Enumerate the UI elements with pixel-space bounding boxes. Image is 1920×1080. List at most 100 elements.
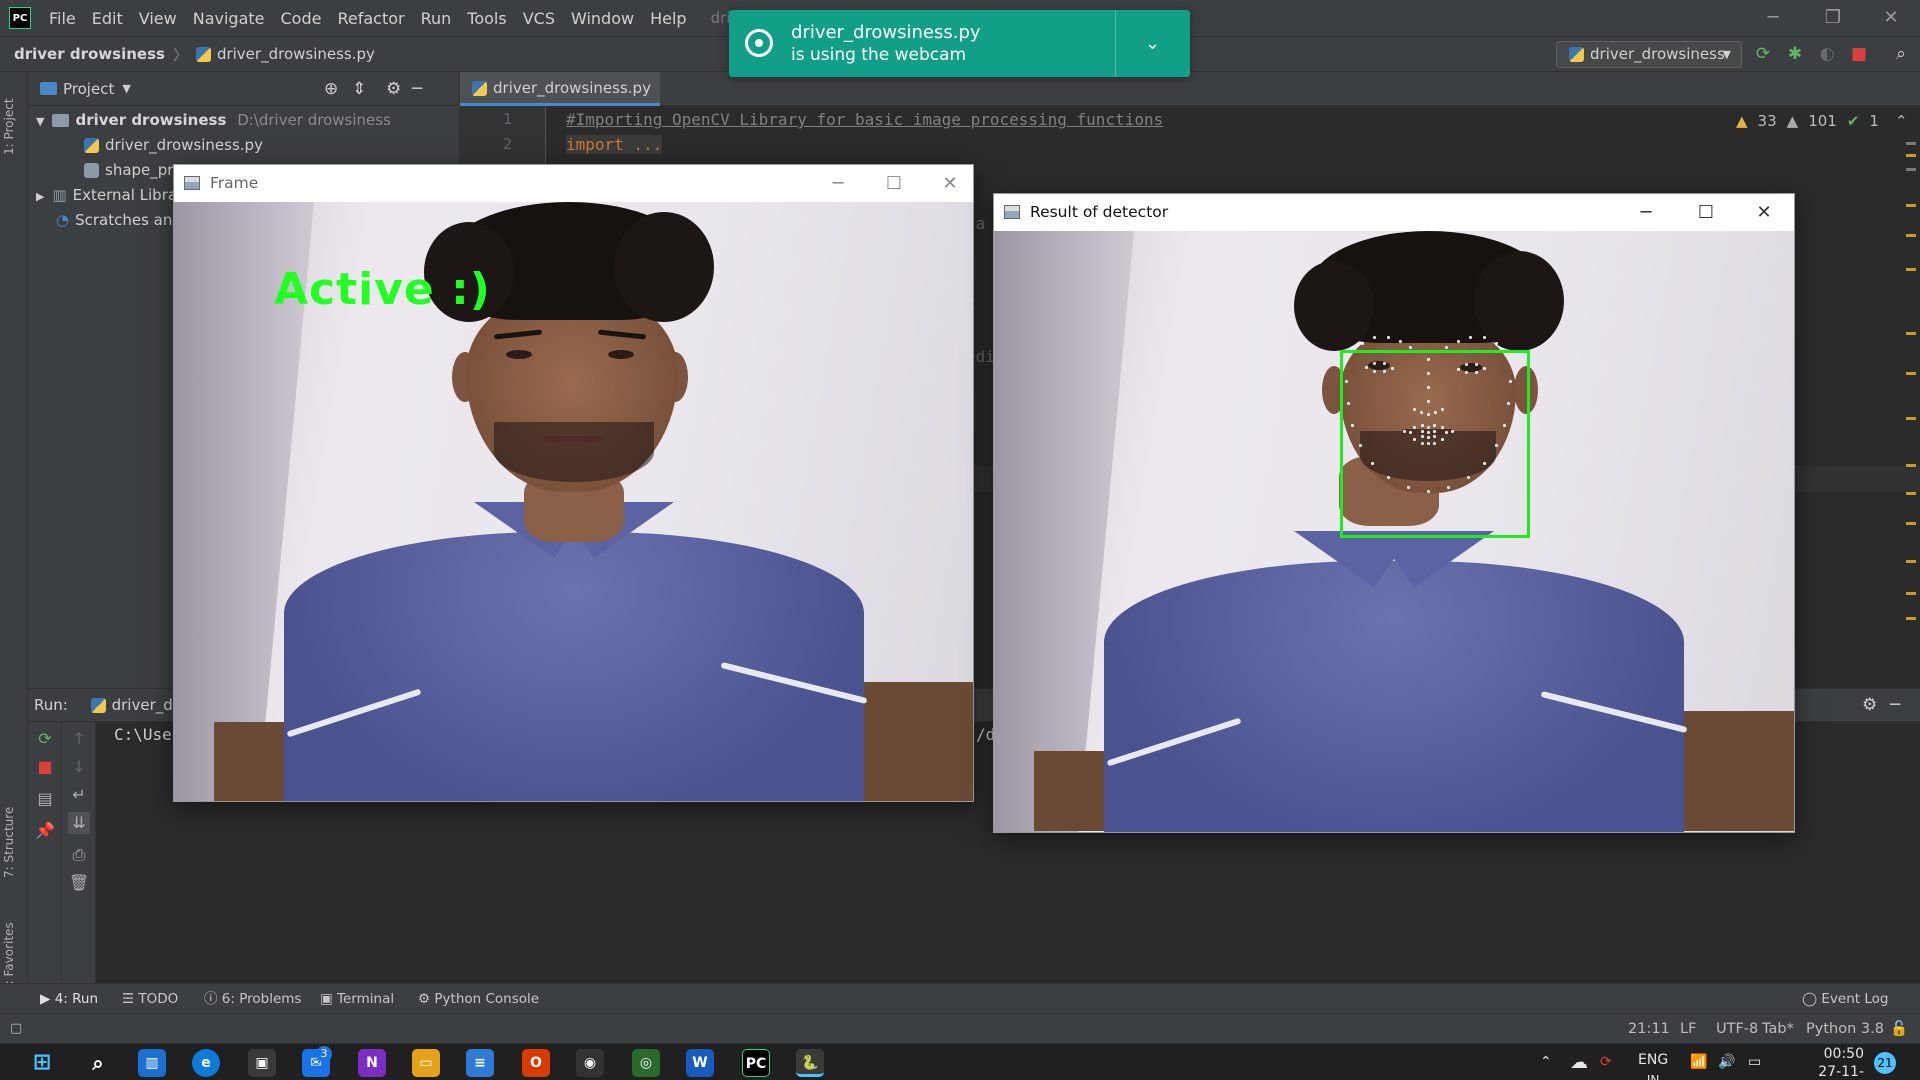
word-icon[interactable]: W	[686, 1049, 714, 1077]
tree-file-main[interactable]: driver_drowsiness.py	[28, 133, 459, 158]
hide-panel-icon[interactable]: ─	[412, 79, 422, 99]
github-icon[interactable]: ◉	[576, 1049, 604, 1077]
stop-icon[interactable]: ■	[1848, 43, 1870, 65]
scroll-to-end-icon[interactable]: ⇊	[68, 812, 90, 834]
breadcrumb-file[interactable]: driver_drowsiness.py	[217, 45, 375, 63]
chevron-up-icon[interactable]: ⌃	[1540, 1044, 1552, 1080]
code-comment-line[interactable]: #Importing OpenCV Library for basic imag…	[546, 110, 1163, 129]
anaconda-icon[interactable]: ◎	[632, 1049, 660, 1077]
minimize-button[interactable]: ─	[814, 165, 862, 202]
layout-icon[interactable]: ▤	[34, 788, 56, 810]
language-label: ENG	[1638, 1052, 1669, 1068]
language-indicator[interactable]: ENG IN	[1638, 1050, 1668, 1080]
rerun-icon[interactable]: ⟳	[1752, 43, 1774, 65]
status-caret-position[interactable]: 21:11	[1628, 1014, 1670, 1044]
gear-icon[interactable]: ⚙	[1862, 689, 1877, 722]
volume-icon[interactable]: 🔊	[1718, 1044, 1735, 1080]
file-explorer-icon[interactable]: ▭	[412, 1049, 440, 1077]
collapse-all-icon[interactable]: ⇕	[352, 79, 366, 99]
onedrive-icon[interactable]: ☁	[1570, 1044, 1588, 1080]
onenote-icon[interactable]: N	[358, 1049, 386, 1077]
menu-view[interactable]: View	[131, 9, 185, 28]
chevron-down-icon[interactable]: ▼	[122, 82, 130, 95]
inspection-widget[interactable]: ▲33 ▲101 ✔1 ⌃ ⌄	[1736, 112, 1920, 130]
status-bar: ▢ 21:11 LF UTF-8 Tab* Python 3.8 🔓	[0, 1013, 1920, 1043]
code-import-line[interactable]: import ...	[546, 135, 663, 154]
chevron-up-icon[interactable]: ⌃	[1895, 112, 1908, 130]
menu-help[interactable]: Help	[642, 9, 694, 28]
edge-browser-icon[interactable]: e	[192, 1049, 220, 1077]
battery-icon[interactable]: ▭	[1748, 1044, 1761, 1080]
scroll-marker	[1906, 417, 1916, 420]
project-panel-title[interactable]: Project	[63, 80, 114, 98]
minimize-button[interactable]: ─	[1622, 194, 1670, 231]
pin-icon[interactable]: 📌	[34, 820, 56, 842]
arrow-down-icon[interactable]: ↓	[68, 756, 90, 778]
close-window-button[interactable]: ✕	[1862, 0, 1920, 36]
menu-file[interactable]: File	[41, 9, 84, 28]
tab-problems[interactable]: ⓘ 6: Problems	[204, 984, 301, 1014]
clock[interactable]: 00:50 27-11-2021	[1784, 1045, 1864, 1080]
task-view-icon[interactable]: ▥	[138, 1049, 166, 1077]
hide-panel-icon[interactable]: ─	[1890, 689, 1900, 722]
search-icon[interactable]: ⌕	[1890, 43, 1912, 65]
menu-code[interactable]: Code	[273, 9, 330, 28]
soft-wrap-icon[interactable]: ↵	[68, 784, 90, 806]
restore-button[interactable]: ❐	[1804, 0, 1862, 36]
sync-icon[interactable]: ⟳	[1600, 1044, 1612, 1080]
pycharm-icon[interactable]: PC	[742, 1049, 770, 1077]
tab-todo[interactable]: ☰ TODO	[122, 984, 178, 1014]
project-tool-tab[interactable]: 1: Project	[2, 82, 26, 172]
tab-terminal[interactable]: ▣ Terminal	[320, 984, 394, 1014]
windows-start-icon[interactable]: ⊞	[28, 1049, 56, 1077]
office-icon[interactable]: O	[522, 1049, 550, 1077]
menu-vcs[interactable]: VCS	[515, 9, 563, 28]
tree-root[interactable]: ▼ driver drowsiness D:\driver drowsiness	[28, 108, 459, 133]
wifi-icon[interactable]: 📶	[1690, 1044, 1707, 1080]
editor-tab-driver-drowsiness[interactable]: driver_drowsiness.py ✕	[460, 72, 660, 129]
menu-refactor[interactable]: Refactor	[329, 9, 412, 28]
lock-icon[interactable]: 🔓	[1890, 1014, 1908, 1044]
tab-run[interactable]: ▶ 4: Run	[40, 984, 98, 1014]
chevron-down-icon[interactable]: ⌄	[1115, 10, 1190, 77]
status-interpreter[interactable]: Python 3.8	[1806, 1014, 1884, 1044]
trash-icon[interactable]: 🗑	[68, 872, 90, 894]
menu-window[interactable]: Window	[563, 9, 642, 28]
store-icon[interactable]: ▣	[248, 1049, 276, 1077]
gear-icon[interactable]: ⚙	[386, 79, 401, 99]
status-encoding[interactable]: UTF-8	[1716, 1014, 1758, 1044]
expand-panel-icon[interactable]: ▢	[10, 1014, 22, 1044]
tab-terminal-label: Terminal	[337, 991, 395, 1007]
webcam-notification-toast[interactable]: driver_drowsiness.py is using the webcam…	[729, 10, 1190, 77]
locate-icon[interactable]: ⊕	[324, 79, 338, 99]
detector-title-bar[interactable]: Result of detector ─ ☐ ✕	[994, 194, 1794, 231]
menu-tools[interactable]: Tools	[459, 9, 514, 28]
print-icon[interactable]: ⎙	[68, 844, 90, 866]
notification-badge[interactable]: 21	[1874, 1052, 1896, 1074]
menu-edit[interactable]: Edit	[84, 9, 131, 28]
notepad-icon[interactable]: ≡	[466, 1049, 494, 1077]
close-button[interactable]: ✕	[926, 165, 974, 202]
maximize-button[interactable]: ☐	[870, 165, 918, 202]
console-output[interactable]: C:\Use	[114, 725, 172, 744]
menu-navigate[interactable]: Navigate	[185, 9, 273, 28]
stop-icon[interactable]: ■	[34, 756, 56, 778]
run-configuration-select[interactable]: driver_drowsiness ▼	[1556, 41, 1742, 68]
debug-bug-icon[interactable]: ✱	[1784, 43, 1806, 65]
rerun-icon[interactable]: ⟳	[34, 728, 56, 750]
tab-python-console[interactable]: ⚙ Python Console	[418, 984, 539, 1014]
maximize-button[interactable]: ☐	[1682, 194, 1730, 231]
run-tab[interactable]: driver_dr	[90, 696, 179, 714]
arrow-up-icon[interactable]: ↑	[68, 728, 90, 750]
breadcrumb-project[interactable]: driver drowsiness	[14, 45, 165, 63]
menu-run[interactable]: Run	[413, 9, 460, 28]
coverage-icon[interactable]: ◐	[1816, 43, 1838, 65]
status-indent[interactable]: Tab*	[1762, 1014, 1794, 1044]
close-button[interactable]: ✕	[1740, 194, 1788, 231]
search-icon[interactable]: ⌕	[84, 1049, 112, 1077]
status-line-separator[interactable]: LF	[1680, 1014, 1696, 1044]
frame-title-bar[interactable]: Frame ─ ☐ ✕	[174, 165, 973, 202]
minimize-button[interactable]: ─	[1744, 0, 1802, 36]
python-app-icon[interactable]: 🐍	[796, 1049, 824, 1077]
tab-event-log[interactable]: ◯ Event Log	[1802, 984, 1888, 1014]
